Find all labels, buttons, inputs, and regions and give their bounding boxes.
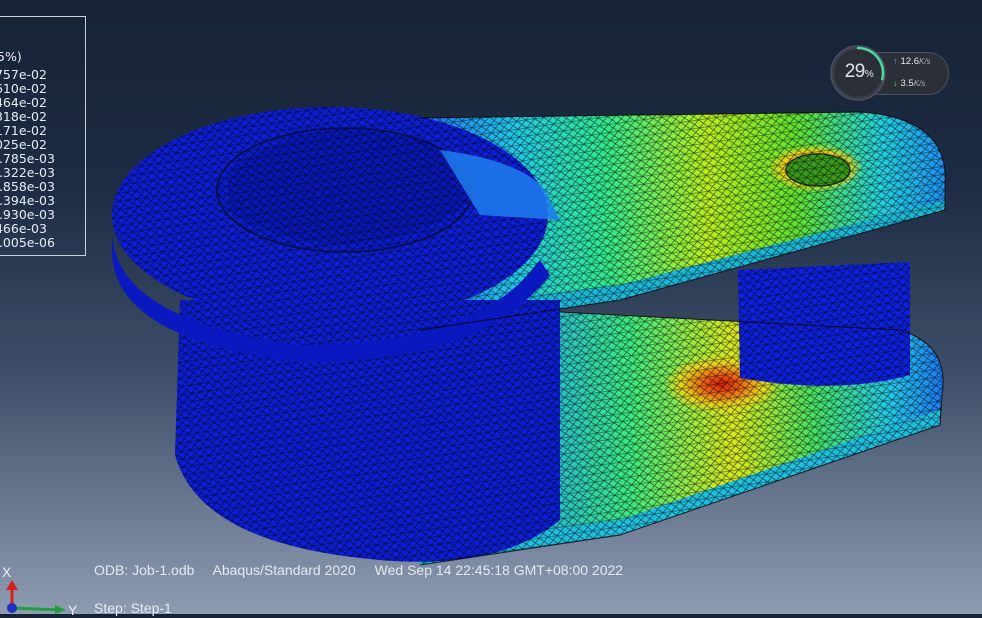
left-barrel: [112, 107, 560, 562]
legend-subtitle: 5%): [0, 50, 22, 64]
legend-value: 2.930e-03: [0, 208, 55, 222]
legend-value: 3.785e-03: [0, 152, 55, 166]
legend-title: :: [0, 29, 87, 43]
legend-value: .610e-02: [0, 82, 47, 96]
legend-value: .171e-02: [0, 124, 47, 138]
solver-version: Abaqus/Standard 2020: [212, 562, 356, 578]
legend-value: .318e-02: [0, 110, 47, 124]
legend-value: .464e-02: [0, 96, 47, 110]
legend-value: .025e-02: [0, 138, 47, 152]
legend-value: 4.394e-03: [0, 194, 55, 208]
legend-value: 5.858e-03: [0, 180, 55, 194]
upload-rate: ↑ 12.6K/s: [893, 56, 931, 67]
upload-arrow-icon: ↑: [893, 56, 898, 66]
legend-value: .466e-03: [0, 222, 47, 236]
odb-file: ODB: Job-1.odb: [94, 562, 195, 578]
timestamp: Wed Sep 14 22:45:18 GMT+08:00 2022: [374, 562, 624, 578]
download-arrow-icon: ↓: [893, 78, 898, 88]
axis-triad: X Y: [0, 562, 90, 618]
right-pin: [738, 262, 910, 386]
triad-y-label: Y: [68, 602, 78, 618]
contour-legend: : 5%) .757e-02.610e-02.464e-02.318e-02.1…: [0, 16, 86, 256]
network-speed-widget[interactable]: 29% ↑ 12.6K/s ↓ 3.5K/s: [829, 43, 949, 105]
legend-value: .757e-02: [0, 68, 47, 82]
gauge-percent: 29%: [844, 61, 874, 82]
download-rate: ↓ 3.5K/s: [893, 78, 926, 89]
triad-x-label: X: [2, 564, 12, 580]
odb-info-line: ODB: Job-1.odb Abaqus/Standard 2020 Wed …: [94, 562, 638, 578]
legend-value: 7.322e-03: [0, 166, 55, 180]
legend-value: 2.005e-06: [0, 236, 55, 250]
